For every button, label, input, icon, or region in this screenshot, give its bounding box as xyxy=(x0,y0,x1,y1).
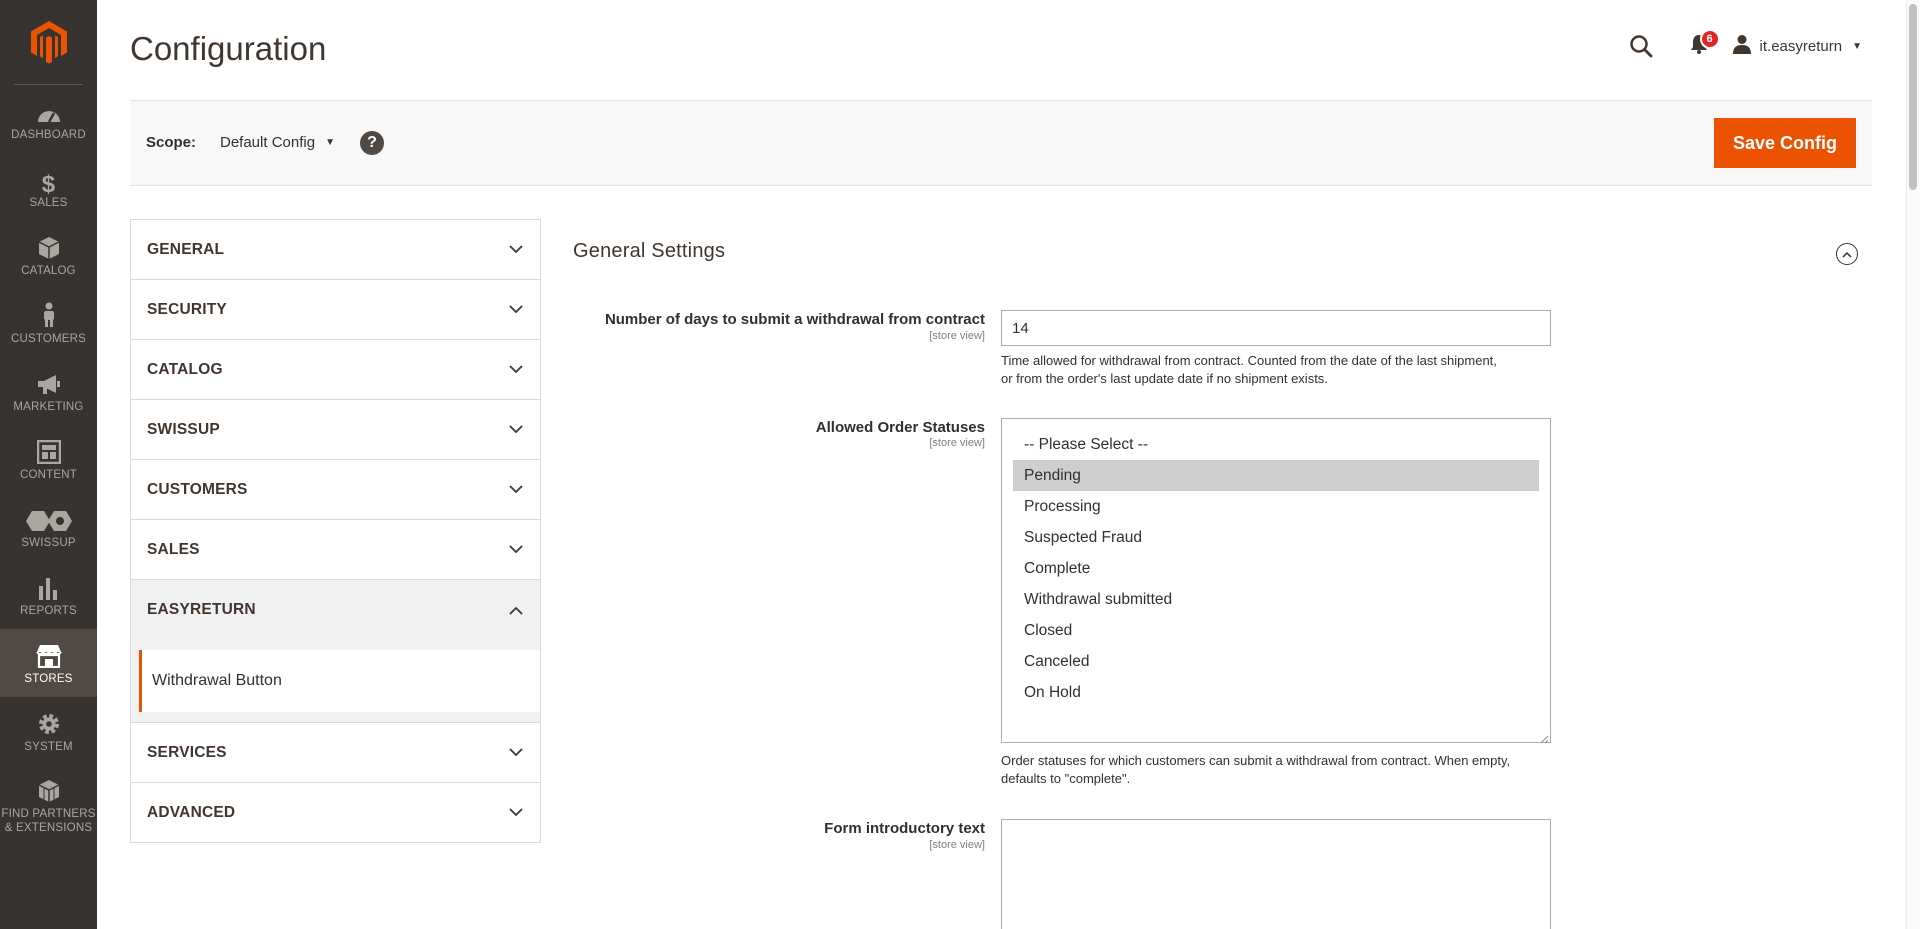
days-field-note: Time allowed for withdrawal from contrac… xyxy=(1001,353,1497,386)
person-icon xyxy=(41,300,57,328)
scrollbar-thumb[interactable] xyxy=(1909,4,1917,190)
page-scrollbar[interactable] xyxy=(1906,0,1920,929)
subtab-withdrawal-button[interactable]: Withdrawal Button xyxy=(139,650,540,712)
chevron-down-icon xyxy=(509,806,523,820)
days-field-label: Number of days to submit a withdrawal fr… xyxy=(604,311,985,328)
megaphone-icon xyxy=(36,368,62,396)
bar-chart-icon xyxy=(38,572,60,600)
tab-easyreturn[interactable]: EASYRETURN xyxy=(131,580,540,640)
dollar-icon: $ xyxy=(41,171,56,198)
tab-services[interactable]: SERVICES xyxy=(131,723,540,783)
collapse-section-icon[interactable] xyxy=(1836,243,1858,265)
chevron-down-icon xyxy=(509,423,523,437)
search-icon[interactable] xyxy=(1626,31,1656,61)
chevron-down-icon xyxy=(509,243,523,257)
days-field-scope: [store view] xyxy=(929,330,985,342)
status-option-selected[interactable]: Pending xyxy=(1013,460,1539,491)
status-option[interactable]: Withdrawal submitted xyxy=(1013,584,1539,615)
status-option[interactable]: Complete xyxy=(1013,553,1539,584)
dashboard-icon xyxy=(36,96,62,124)
days-input[interactable]: 14 xyxy=(1001,310,1551,346)
nav-item-find-partners[interactable]: FIND PARTNERS & EXTENSIONS xyxy=(0,765,97,845)
statuses-field-label: Allowed Order Statuses xyxy=(815,419,985,436)
chevron-down-icon xyxy=(509,543,523,557)
header-actions: 6 it.easyreturn ▼ xyxy=(1626,29,1862,62)
status-option[interactable]: Processing xyxy=(1013,491,1539,522)
scope-switcher[interactable]: Default Config ▼ xyxy=(220,134,335,151)
username: it.easyreturn xyxy=(1759,37,1843,55)
magento-logo-icon[interactable] xyxy=(14,0,83,85)
order-statuses-multiselect[interactable]: -- Please Select -- Pending Processing S… xyxy=(1001,418,1551,744)
user-menu[interactable]: it.easyreturn ▼ xyxy=(1732,34,1862,58)
resize-handle-icon[interactable] xyxy=(1539,731,1549,744)
nav-item-sales[interactable]: $ SALES xyxy=(0,153,97,221)
chevron-down-icon xyxy=(509,483,523,497)
tab-advanced[interactable]: ADVANCED xyxy=(131,783,540,843)
statuses-field-scope: [store view] xyxy=(929,437,985,449)
chevron-down-icon xyxy=(509,363,523,377)
chevron-down-icon xyxy=(509,303,523,317)
status-option[interactable]: Canceled xyxy=(1013,646,1539,677)
status-option[interactable]: On Hold xyxy=(1013,677,1539,708)
chevron-down-icon xyxy=(509,746,523,760)
tab-catalog[interactable]: CATALOG xyxy=(131,340,540,400)
notification-count-badge: 6 xyxy=(1699,29,1720,49)
caret-down-icon: ▼ xyxy=(325,137,335,148)
nav-item-system[interactable]: SYSTEM xyxy=(0,697,97,765)
nav-item-marketing[interactable]: MARKETING xyxy=(0,357,97,425)
scope-label: Scope: xyxy=(146,134,197,151)
user-icon xyxy=(1732,34,1752,58)
caret-down-icon: ▼ xyxy=(1852,40,1862,52)
tab-security[interactable]: SECURITY xyxy=(131,280,540,340)
easyreturn-subitems: Withdrawal Button xyxy=(131,640,540,723)
box-icon xyxy=(38,232,60,260)
help-icon[interactable]: ? xyxy=(360,131,384,155)
hexagons-icon xyxy=(24,504,74,532)
gear-icon xyxy=(37,708,61,736)
chevron-up-icon xyxy=(509,603,523,617)
page-title: Configuration xyxy=(130,30,327,67)
status-option[interactable]: Closed xyxy=(1013,615,1539,646)
cubes-icon xyxy=(37,775,61,803)
status-option[interactable]: -- Please Select -- xyxy=(1013,429,1539,460)
nav-item-reports[interactable]: REPORTS xyxy=(0,561,97,629)
config-tabs: GENERAL SECURITY CATALOG SWISSUP CUSTOME… xyxy=(130,219,541,843)
section-title: General Settings xyxy=(573,240,726,262)
storefront-icon xyxy=(35,640,63,668)
status-option[interactable]: Suspected Fraud xyxy=(1013,522,1539,553)
nav-item-dashboard[interactable]: DASHBOARD xyxy=(0,85,97,153)
scope-bar: Scope: Default Config ▼ ? Save Config xyxy=(130,100,1872,186)
nav-item-catalog[interactable]: CATALOG xyxy=(0,221,97,289)
nav-item-customers[interactable]: CUSTOMERS xyxy=(0,289,97,357)
scope-value: Default Config xyxy=(220,134,316,151)
intro-field-scope: [store view] xyxy=(929,839,985,851)
tab-sales[interactable]: SALES xyxy=(131,520,540,580)
tab-customers[interactable]: CUSTOMERS xyxy=(131,460,540,520)
layout-icon xyxy=(36,436,61,464)
intro-field-label: Form introductory text xyxy=(824,820,985,837)
tab-general[interactable]: GENERAL xyxy=(131,220,540,280)
tab-swissup[interactable]: SWISSUP xyxy=(131,400,540,460)
nav-item-stores[interactable]: STORES xyxy=(0,629,97,697)
statuses-field-note: Order statuses for which customers can s… xyxy=(1001,753,1511,786)
notifications-button[interactable]: 6 xyxy=(1684,29,1720,61)
nav-item-content[interactable]: CONTENT xyxy=(0,425,97,493)
admin-sidebar: DASHBOARD $ SALES CATALOG CUSTOMERS MARK… xyxy=(0,0,97,929)
intro-textarea[interactable] xyxy=(1001,819,1551,929)
save-config-button[interactable]: Save Config xyxy=(1713,118,1856,168)
nav-item-swissup[interactable]: SWISSUP xyxy=(0,493,97,561)
